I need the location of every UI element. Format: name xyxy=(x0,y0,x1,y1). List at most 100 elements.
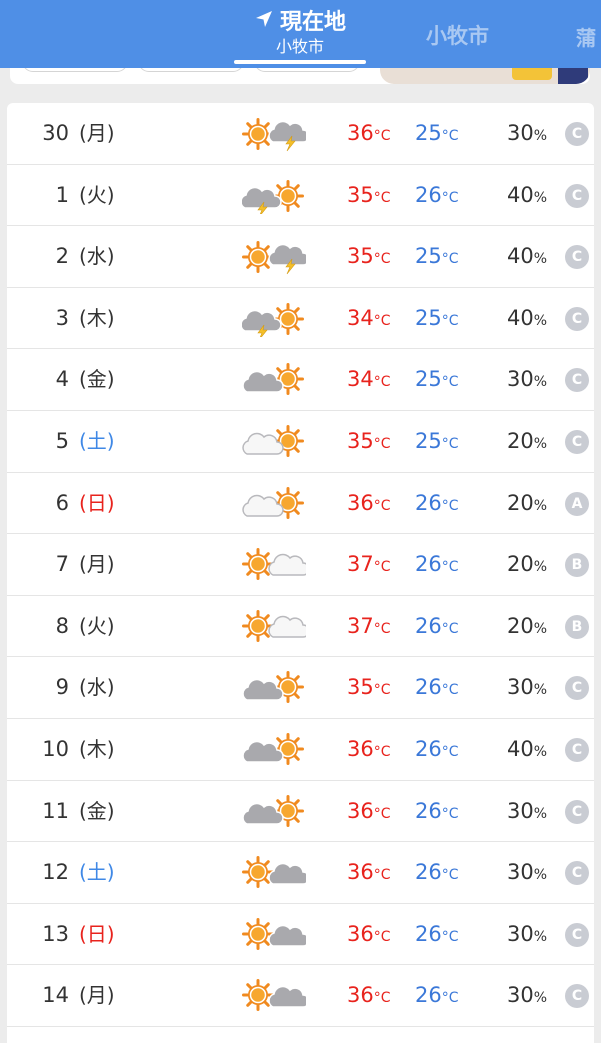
day-of-week: (月) xyxy=(79,983,115,1008)
light-cloud-then-sun-icon xyxy=(242,486,304,519)
weather-icon xyxy=(240,178,306,217)
precipitation-chance: 40% xyxy=(506,305,547,330)
weather-icon xyxy=(242,116,310,152)
sun-then-cloud-icon xyxy=(242,917,310,950)
sun-then-cloud-icon xyxy=(242,856,310,889)
high-temperature: 35°C xyxy=(347,244,391,269)
weather-icon xyxy=(242,239,310,275)
day-number: 10 xyxy=(42,736,69,761)
day-of-week: (月) xyxy=(79,552,115,577)
active-tab-indicator xyxy=(234,60,366,64)
light-cloud-then-sun-icon xyxy=(242,424,304,457)
high-temperature: 36°C xyxy=(347,736,391,761)
precipitation-chance: 40% xyxy=(506,736,547,761)
forecast-row[interactable]: 3 (木) 34°C 25°C 40% C xyxy=(7,288,594,350)
high-temperature: 35°C xyxy=(347,675,391,700)
reliability-grade-badge: C xyxy=(565,861,589,886)
high-temperature: 35°C xyxy=(347,428,391,453)
reliability-grade-badge: A xyxy=(565,491,589,516)
cloud-then-sun-icon xyxy=(242,671,304,704)
reliability-grade-badge: C xyxy=(565,984,589,1009)
forecast-row[interactable]: 6 (日) 36°C 26°C 20% A xyxy=(7,473,594,535)
cloud-then-sun-icon xyxy=(242,794,304,827)
weather-icon xyxy=(242,362,306,398)
forecast-row[interactable]: 4 (金) 34°C 25°C 30% C xyxy=(7,349,594,411)
weather-icon xyxy=(240,301,306,340)
day-number: 4 xyxy=(55,367,69,392)
high-temperature: 36°C xyxy=(347,121,391,145)
forecast-row[interactable]: 2 (水) 35°C 25°C 40% C xyxy=(7,226,594,288)
precipitation-chance: 30% xyxy=(506,983,547,1008)
sun-then-light-cloud-icon xyxy=(242,548,310,581)
forecast-row[interactable]: 10 (木) 36°C 26°C 40% C xyxy=(7,719,594,781)
high-temperature: 35°C xyxy=(347,182,391,207)
precipitation-chance: 20% xyxy=(506,490,547,515)
reliability-grade-badge: C xyxy=(565,245,589,270)
day-number: 1 xyxy=(55,182,69,207)
forecast-row[interactable]: 9 (水) 35°C 26°C 30% C xyxy=(7,657,594,719)
thunder-cloud-then-sun-icon xyxy=(240,302,304,340)
forecast-row[interactable]: 12 (土) 36°C 26°C 30% C xyxy=(7,842,594,904)
reliability-grade-badge: B xyxy=(565,553,589,578)
day-number: 6 xyxy=(55,490,69,515)
weather-icon xyxy=(242,794,306,830)
upper-pill-button[interactable] xyxy=(254,68,360,72)
high-temperature: 36°C xyxy=(347,490,391,515)
precipitation-chance: 40% xyxy=(506,244,547,269)
day-number: 30 xyxy=(42,121,69,145)
sun-then-cloud-icon xyxy=(242,979,310,1012)
reliability-grade-badge: B xyxy=(565,614,589,639)
high-temperature: 36°C xyxy=(347,921,391,946)
cloud-then-sun-icon xyxy=(242,732,304,765)
high-temperature: 37°C xyxy=(347,552,391,577)
tab-current-location[interactable]: 現在地 小牧市 xyxy=(234,8,366,64)
forecast-row[interactable]: 5 (土) 35°C 25°C 20% C xyxy=(7,411,594,473)
day-number: 12 xyxy=(42,860,69,885)
day-of-week: (日) xyxy=(79,921,115,946)
forecast-row[interactable]: 13 (日) 36°C 26°C 30% C xyxy=(7,904,594,966)
forecast-row[interactable]: 30 (月) 36°C 25°C 30% C xyxy=(7,103,594,165)
forecast-row[interactable]: 7 (月) 37°C 26°C 20% B xyxy=(7,534,594,596)
sun-then-light-cloud-icon xyxy=(242,609,310,642)
day-of-week: (土) xyxy=(79,428,115,453)
weather-icon xyxy=(242,486,306,522)
scrolled-content-peek xyxy=(0,68,601,96)
reliability-grade-badge: C xyxy=(565,737,589,762)
precipitation-chance: 30% xyxy=(506,921,547,946)
reliability-grade-badge: C xyxy=(565,799,589,824)
weather-icon xyxy=(242,609,310,645)
high-temperature: 37°C xyxy=(347,613,391,638)
forecast-row[interactable]: 8 (火) 37°C 26°C 20% B xyxy=(7,596,594,658)
weather-icon xyxy=(242,547,310,583)
weather-icon xyxy=(242,732,306,768)
upper-pill-button[interactable] xyxy=(22,68,128,72)
forecast-row[interactable]: 1 (火) 35°C 26°C 40% C xyxy=(7,165,594,227)
day-number: 2 xyxy=(55,244,69,269)
forecast-row[interactable]: 14 (月) 36°C 26°C 30% C xyxy=(7,965,594,1027)
day-number: 11 xyxy=(42,798,69,823)
tab-current-subtitle: 小牧市 xyxy=(275,37,324,56)
day-of-week: (土) xyxy=(79,860,115,885)
tab-next-partial[interactable]: 蒲 xyxy=(576,22,601,51)
high-temperature: 34°C xyxy=(347,305,391,330)
day-of-week: (水) xyxy=(79,675,115,700)
high-temperature: 34°C xyxy=(347,367,391,392)
precipitation-chance: 30% xyxy=(506,860,547,885)
reliability-grade-badge: C xyxy=(565,429,589,454)
day-number: 14 xyxy=(42,983,69,1008)
day-of-week: (日) xyxy=(79,490,115,515)
weather-icon xyxy=(242,855,310,891)
reliability-grade-badge: C xyxy=(565,122,589,146)
sun-then-thunder-cloud-icon xyxy=(242,118,310,152)
forecast-row[interactable]: 11 (金) 36°C 26°C 30% C xyxy=(7,781,594,843)
weather-icon xyxy=(242,424,306,460)
weather-icon xyxy=(242,978,310,1014)
upper-pill-button[interactable] xyxy=(138,68,244,72)
tab-komaki[interactable]: 小牧市 xyxy=(426,20,489,50)
day-of-week: (火) xyxy=(79,613,115,638)
precipitation-chance: 30% xyxy=(506,121,547,145)
day-of-week: (月) xyxy=(79,121,115,145)
precipitation-chance: 30% xyxy=(506,675,547,700)
cloud-then-sun-icon xyxy=(242,363,304,396)
weather-icon xyxy=(242,670,306,706)
